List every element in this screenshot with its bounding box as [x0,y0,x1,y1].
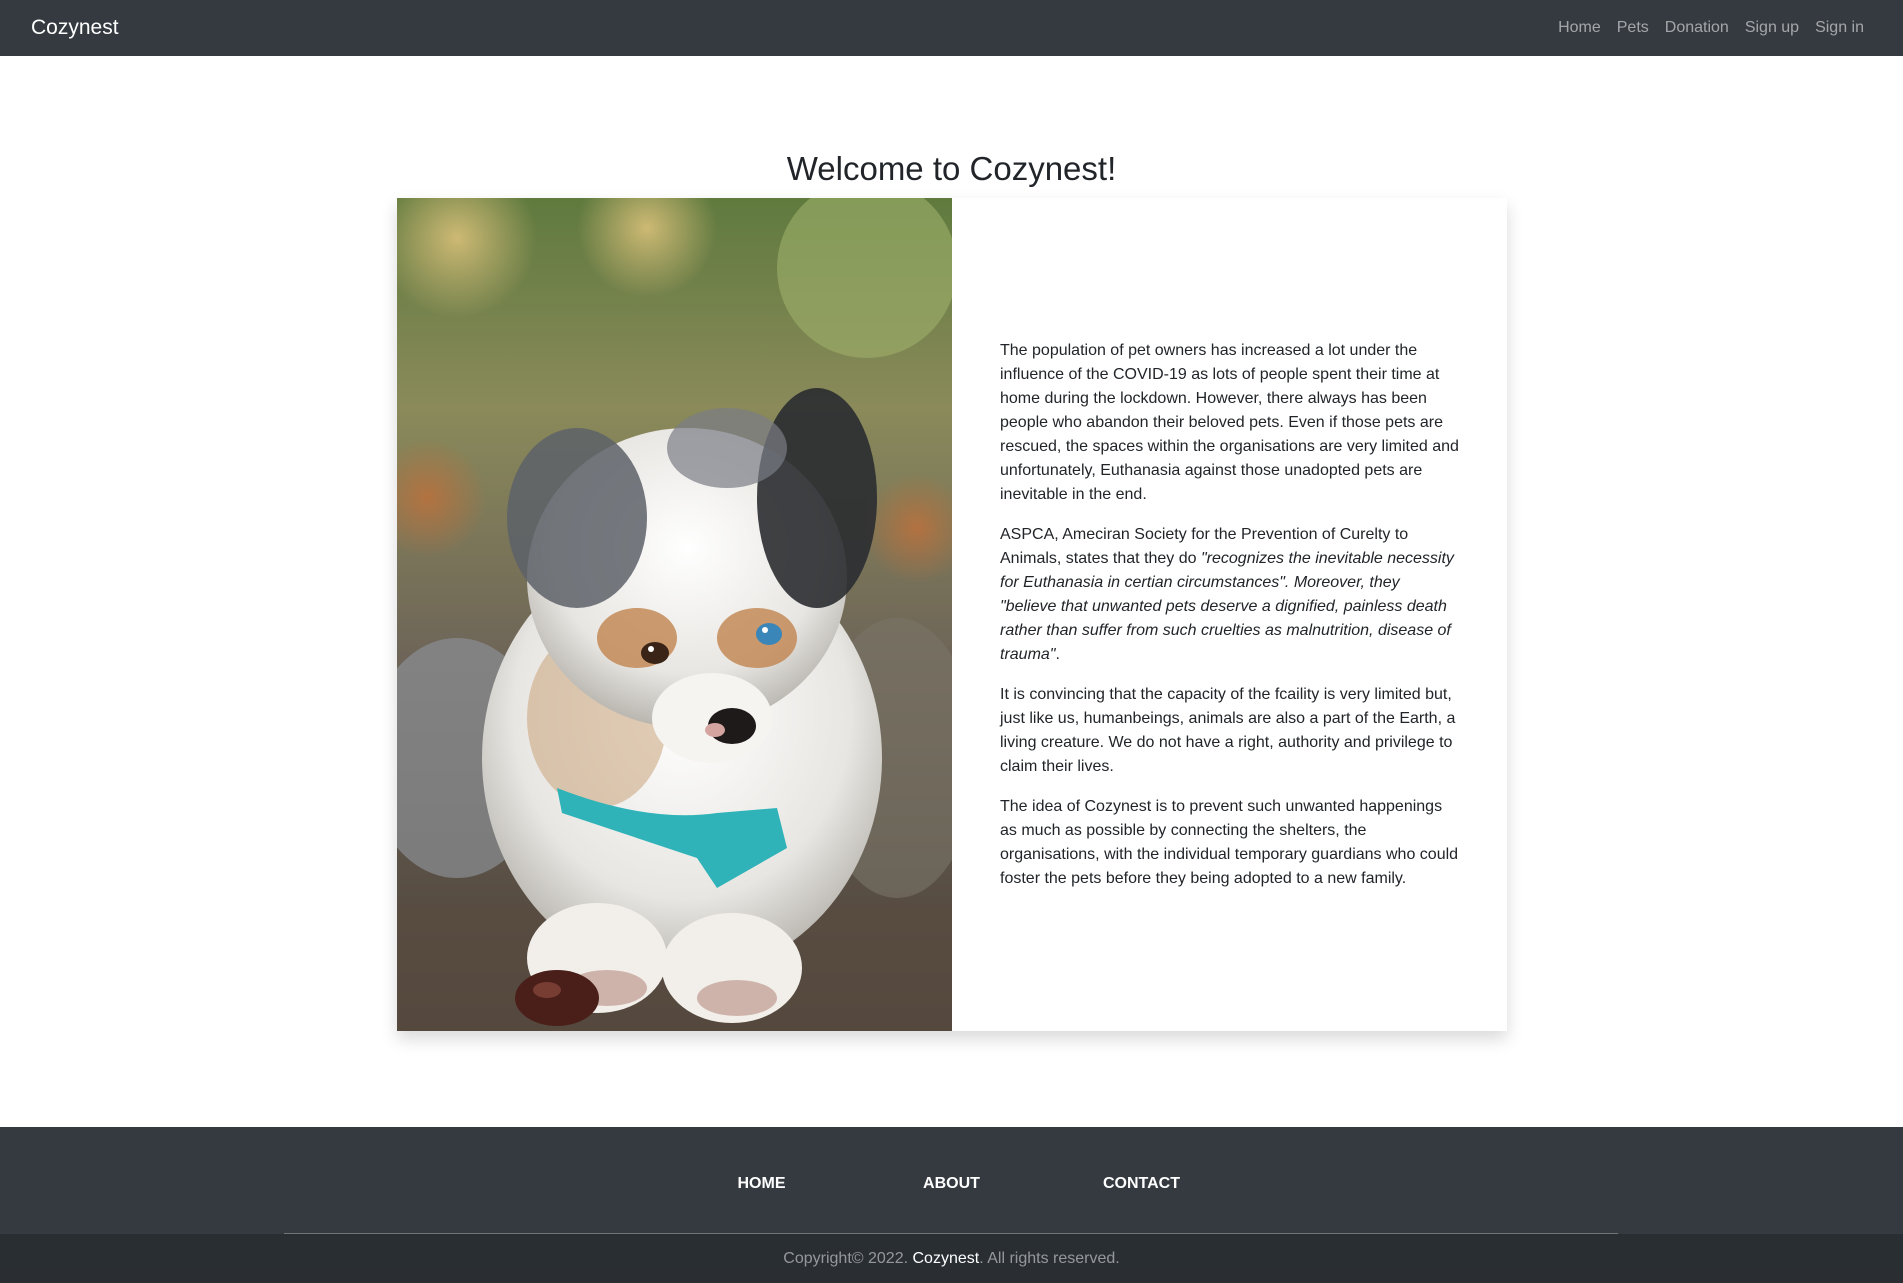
brand-link[interactable]: Cozynest [31,16,119,40]
copyright-suffix: . All rights reserved. [979,1249,1120,1267]
copyright-bar: Copyright© 2022. Cozynest. All rights re… [0,1234,1903,1283]
nav-links: Home Pets Donation Sign up Sign in [1558,19,1864,37]
nav-signup-link[interactable]: Sign up [1745,19,1799,37]
footer-home-link[interactable]: HOME [667,1175,857,1193]
intro-paragraph-2: ASPCA, Ameciran Society for the Preventi… [1000,523,1459,667]
nav-signin-link[interactable]: Sign in [1815,19,1864,37]
top-navbar: Cozynest Home Pets Donation Sign up Sign… [0,0,1903,56]
footer-about-link[interactable]: ABOUT [857,1175,1047,1193]
intro-paragraph-3: It is convincing that the capacity of th… [1000,685,1456,775]
footer-links: HOME ABOUT CONTACT [0,1175,1903,1193]
copyright-prefix: Copyright© 2022. [783,1249,909,1267]
intro-paragraph-1: The population of pet owners has increas… [1000,341,1459,503]
footer-contact-link[interactable]: CONTACT [1047,1175,1237,1193]
intro-paragraph-4: The idea of Cozynest is to prevent such … [1000,797,1459,887]
intro-card: The population of pet owners has increas… [397,198,1507,1031]
page-footer: HOME ABOUT CONTACT Copyright© 2022. Cozy… [0,1127,1903,1283]
nav-pets-link[interactable]: Pets [1617,19,1649,37]
puppy-photo [397,198,952,1031]
nav-home-link[interactable]: Home [1558,19,1601,37]
nav-donation-link[interactable]: Donation [1665,19,1729,37]
aspca-end: . [1055,645,1060,663]
puppy-illustration [397,198,952,1031]
page-title: Welcome to Cozynest! [786,150,1117,187]
intro-text: The population of pet owners has increas… [952,198,1507,1031]
copyright-brand-link[interactable]: Cozynest [913,1250,980,1268]
